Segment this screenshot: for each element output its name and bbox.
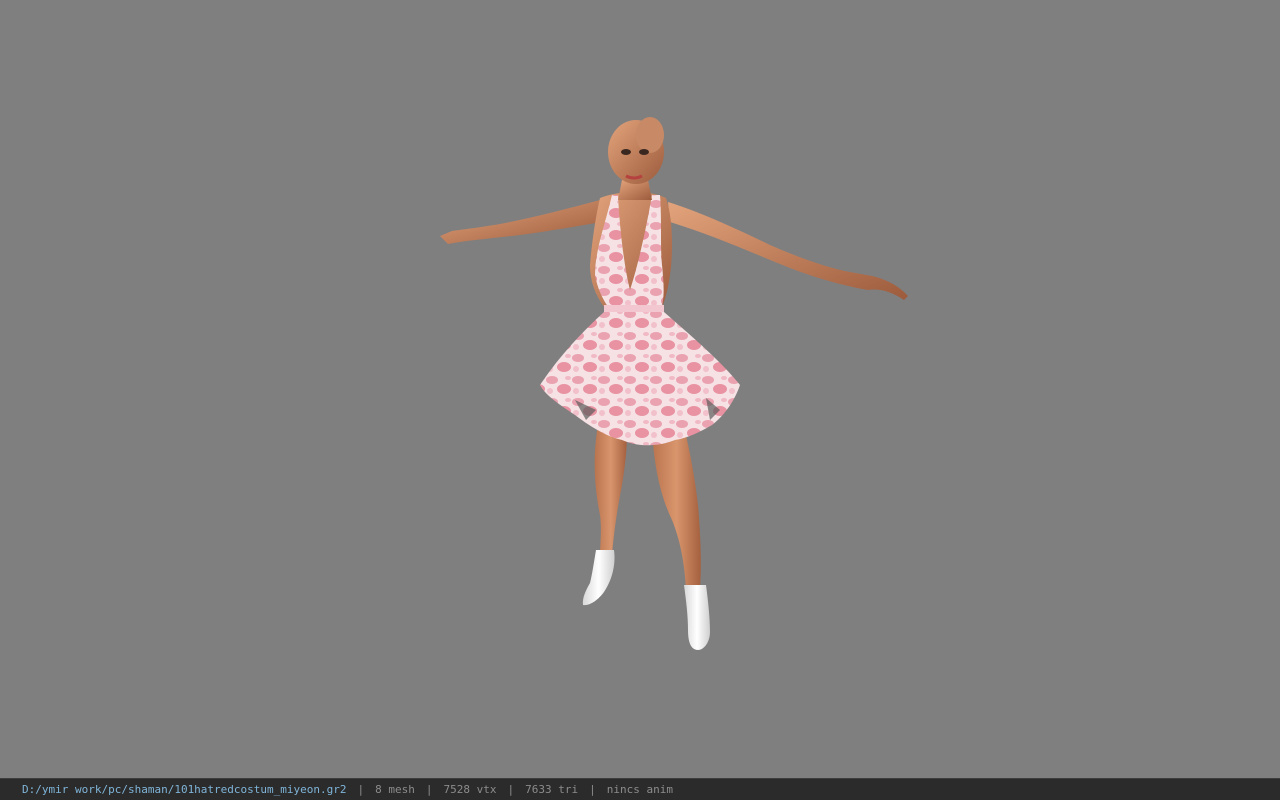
separator: | — [507, 783, 515, 796]
arms — [440, 200, 908, 300]
separator: | — [425, 783, 433, 796]
anim-status: nincs anim — [606, 783, 673, 796]
mesh-count: 8 mesh — [375, 783, 415, 796]
status-bar: D:/ymir work/pc/shaman/101hatredcostum_m… — [0, 778, 1280, 800]
skirt — [540, 312, 740, 446]
torso — [590, 192, 672, 318]
vertex-count: 7528 vtx — [443, 783, 497, 796]
head — [608, 117, 664, 200]
triangle-count: 7633 tri — [525, 783, 579, 796]
separator: | — [589, 783, 596, 796]
separator: | — [357, 783, 365, 796]
3d-viewport[interactable] — [0, 0, 1280, 778]
character-model[interactable] — [0, 0, 1280, 778]
file-path: D:/ymir work/pc/shaman/101hatredcostum_m… — [22, 783, 347, 796]
